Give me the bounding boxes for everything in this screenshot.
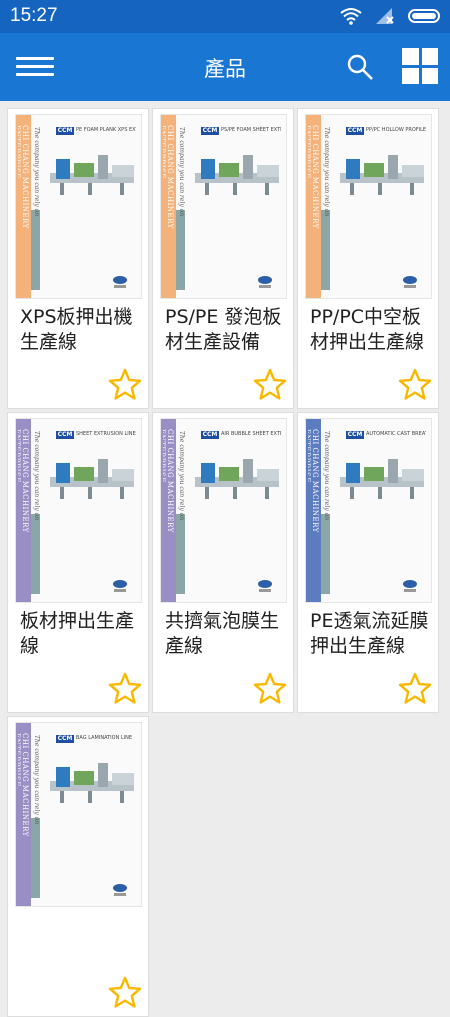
cover-slogan: The company you can rely on bbox=[178, 431, 185, 521]
star-outline-icon[interactable] bbox=[108, 976, 142, 1008]
company-logo: CCM bbox=[346, 127, 364, 135]
company-logo: CCM bbox=[56, 431, 74, 439]
star-outline-icon[interactable] bbox=[253, 368, 287, 400]
product-card[interactable]: CHI CHANG MACHINERY ENTERPRISE The compa… bbox=[152, 108, 294, 409]
cover-stripe-secondary bbox=[176, 210, 185, 290]
product-card[interactable]: CHI CHANG MACHINERY ENTERPRISE The compa… bbox=[297, 412, 439, 713]
cover-stripe-secondary bbox=[31, 210, 40, 290]
certification-badge bbox=[113, 884, 127, 896]
certification-badge bbox=[113, 580, 127, 592]
cover-subtitle: AUTOMATIC CAST BREATHABLE FILM EXTRUSION… bbox=[366, 431, 426, 437]
star-outline-icon[interactable] bbox=[253, 672, 287, 704]
cover-company-name: CHI CHANG MACHINERY ENTERPRISE bbox=[163, 125, 174, 229]
star-outline-icon[interactable] bbox=[108, 672, 142, 704]
product-card[interactable]: CHI CHANG MACHINERY ENTERPRISE The compa… bbox=[7, 108, 149, 409]
product-card[interactable]: CHI CHANG MACHINERY ENTERPRISE The compa… bbox=[297, 108, 439, 409]
battery-icon bbox=[408, 9, 440, 23]
product-cover-image: CHI CHANG MACHINERY ENTERPRISE The compa… bbox=[160, 114, 287, 299]
cover-slogan: The company you can rely on bbox=[323, 431, 330, 521]
product-cover-image: CHI CHANG MACHINERY ENTERPRISE The compa… bbox=[160, 418, 287, 603]
company-logo: CCM bbox=[201, 127, 219, 135]
cover-stripe-secondary bbox=[31, 818, 40, 898]
cover-stripe-secondary bbox=[321, 514, 330, 594]
app-bar: 產品 bbox=[0, 33, 450, 101]
star-outline-icon[interactable] bbox=[108, 368, 142, 400]
cover-company-name: CHI CHANG MACHINERY ENTERPRISE bbox=[308, 429, 319, 533]
cover-subtitle: SHEET EXTRUSION LINE bbox=[76, 431, 136, 437]
cover-subtitle: AIR BUBBLE SHEET EXTRUSION LINE bbox=[221, 431, 281, 437]
cover-company-name: CHI CHANG MACHINERY ENTERPRISE bbox=[163, 429, 174, 533]
cover-company-name: CHI CHANG MACHINERY ENTERPRISE bbox=[18, 125, 29, 229]
certification-badge bbox=[258, 276, 272, 288]
cover-stripe-secondary bbox=[31, 514, 40, 594]
machine-photo bbox=[50, 155, 134, 195]
product-card[interactable]: CHI CHANG MACHINERY ENTERPRISE The compa… bbox=[7, 412, 149, 713]
cover-company-name: CHI CHANG MACHINERY ENTERPRISE bbox=[18, 429, 29, 533]
machine-photo bbox=[50, 459, 134, 499]
product-title: PE透氣流延膜押出生產線 bbox=[310, 610, 429, 657]
company-logo: CCM bbox=[56, 735, 74, 743]
signal-off-icon bbox=[376, 8, 394, 24]
grid-view-icon[interactable] bbox=[402, 48, 438, 84]
product-title: PP/PC中空板材押出生產線 bbox=[310, 306, 425, 353]
page-title: 產品 bbox=[204, 57, 246, 81]
machine-photo bbox=[195, 459, 279, 499]
product-card[interactable]: CHI CHANG MACHINERY ENTERPRISE The compa… bbox=[152, 412, 294, 713]
cover-subtitle: PP/PC HOLLOW PROFILE SHEET EXTRUSION LIN… bbox=[366, 127, 426, 133]
certification-badge bbox=[113, 276, 127, 288]
star-outline-icon[interactable] bbox=[398, 368, 432, 400]
product-cover-image: CHI CHANG MACHINERY ENTERPRISE The compa… bbox=[15, 114, 142, 299]
product-grid: CHI CHANG MACHINERY ENTERPRISE The compa… bbox=[7, 108, 443, 1017]
cover-slogan: The company you can rely on bbox=[323, 127, 330, 217]
status-time: 15:27 bbox=[10, 5, 58, 26]
product-card[interactable]: CHI CHANG MACHINERY ENTERPRISE The compa… bbox=[7, 716, 149, 1017]
cover-slogan: The company you can rely on bbox=[33, 127, 40, 217]
wifi-icon bbox=[340, 8, 362, 25]
product-cover-image: CHI CHANG MACHINERY ENTERPRISE The compa… bbox=[15, 418, 142, 603]
machine-photo bbox=[195, 155, 279, 195]
cover-subtitle: PE FOAM PLANK XPS EXTRUSION LINE bbox=[76, 127, 136, 133]
product-title: 板材押出生產線 bbox=[20, 610, 135, 657]
company-logo: CCM bbox=[346, 431, 364, 439]
status-bar: 15:27 bbox=[0, 0, 450, 33]
certification-badge bbox=[403, 580, 417, 592]
product-title: PS/PE 發泡板材生產設備 bbox=[165, 306, 282, 353]
cover-stripe-secondary bbox=[321, 210, 330, 290]
search-icon[interactable] bbox=[346, 53, 374, 81]
cover-slogan: The company you can rely on bbox=[33, 735, 40, 825]
product-title: XPS板押出機生產線 bbox=[20, 306, 133, 353]
cover-slogan: The company you can rely on bbox=[178, 127, 185, 217]
machine-photo bbox=[340, 459, 424, 499]
product-title: 共擠氣泡膜生產線 bbox=[165, 610, 280, 657]
cover-company-name: CHI CHANG MACHINERY ENTERPRISE bbox=[308, 125, 319, 229]
machine-photo bbox=[340, 155, 424, 195]
star-outline-icon[interactable] bbox=[398, 672, 432, 704]
certification-badge bbox=[258, 580, 272, 592]
product-cover-image: CHI CHANG MACHINERY ENTERPRISE The compa… bbox=[305, 418, 432, 603]
cover-stripe-secondary bbox=[176, 514, 185, 594]
cover-subtitle: PS/PE FOAM SHEET EXTRUSION LINE bbox=[221, 127, 281, 133]
company-logo: CCM bbox=[56, 127, 74, 135]
cover-subtitle: BAG LAMINATION LINE bbox=[76, 735, 133, 741]
product-cover-image: CHI CHANG MACHINERY ENTERPRISE The compa… bbox=[15, 722, 142, 907]
certification-badge bbox=[403, 276, 417, 288]
cover-slogan: The company you can rely on bbox=[33, 431, 40, 521]
cover-company-name: CHI CHANG MACHINERY ENTERPRISE bbox=[18, 733, 29, 837]
product-cover-image: CHI CHANG MACHINERY ENTERPRISE The compa… bbox=[305, 114, 432, 299]
company-logo: CCM bbox=[201, 431, 219, 439]
